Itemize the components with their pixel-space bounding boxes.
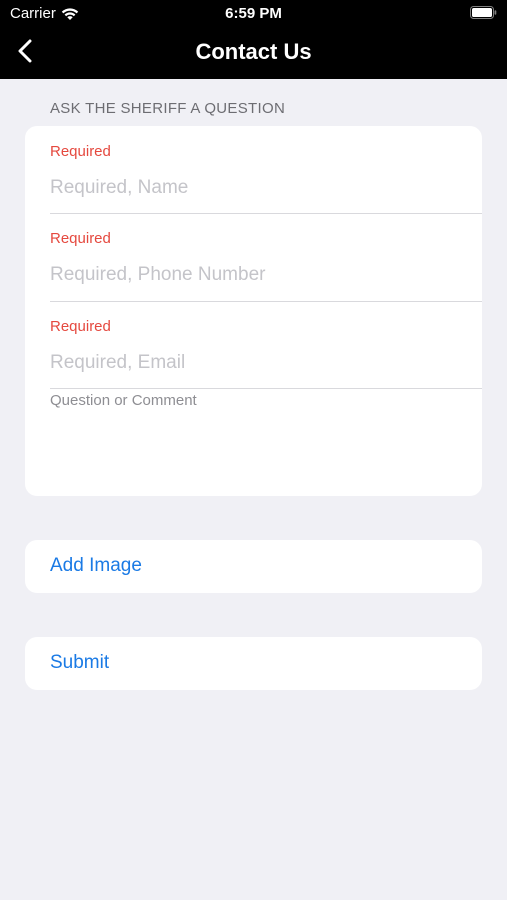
submit-button[interactable]: Submit [25,637,482,690]
email-input[interactable] [50,349,470,377]
add-image-label: Add Image [50,555,142,576]
status-bar: Carrier 6:59 PM [0,0,507,28]
name-input[interactable] [50,174,470,202]
top-bar: Carrier 6:59 PM Contact Us [0,0,507,79]
phone-required-label: Required [50,230,111,247]
name-field-row: Required [50,126,482,214]
divider [50,388,482,389]
phone-input[interactable] [50,261,470,289]
page-title: Contact Us [195,39,312,64]
phone-field-row: Required [50,213,482,301]
section-header: ASK THE SHERIFF A QUESTION [50,100,286,117]
contact-form-card: Required Required Required [25,126,482,496]
name-required-label: Required [50,143,111,160]
email-required-label: Required [50,318,111,335]
navigation-bar: Contact Us [0,28,507,79]
email-field-row: Required [50,301,482,389]
comment-textarea[interactable] [50,392,470,487]
add-image-button[interactable]: Add Image [25,540,482,593]
battery-icon [470,6,497,19]
submit-label: Submit [50,652,110,673]
status-time: 6:59 PM [225,5,282,22]
